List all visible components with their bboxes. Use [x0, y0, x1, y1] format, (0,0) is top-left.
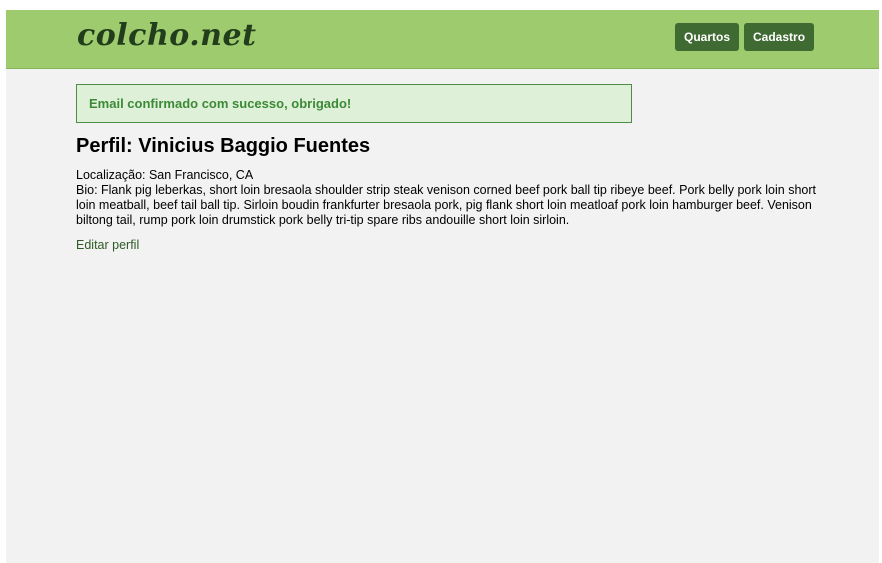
main-content: Email confirmado com sucesso, obrigado! … [76, 84, 836, 254]
profile-info: Localização: San Francisco, CA Bio: Flan… [76, 168, 836, 228]
page-frame: colcho.net Quartos Cadastro Email confir… [6, 10, 879, 563]
navbar: colcho.net Quartos Cadastro [6, 10, 879, 69]
profile-location: Localização: San Francisco, CA [76, 168, 254, 182]
nav-buttons: Quartos Cadastro [675, 23, 815, 51]
nav-button-quartos[interactable]: Quartos [675, 23, 740, 51]
page-title: Perfil: Vinicius Baggio Fuentes [76, 135, 371, 157]
profile-bio: Bio: Flank pig leberkas, short loin bres… [76, 183, 816, 227]
nav-button-cadastro[interactable]: Cadastro [744, 23, 815, 51]
brand-logo[interactable]: colcho.net [77, 18, 256, 53]
edit-profile-link[interactable]: Editar perfil [76, 238, 139, 252]
flash-message: Email confirmado com sucesso, obrigado! [76, 84, 632, 123]
